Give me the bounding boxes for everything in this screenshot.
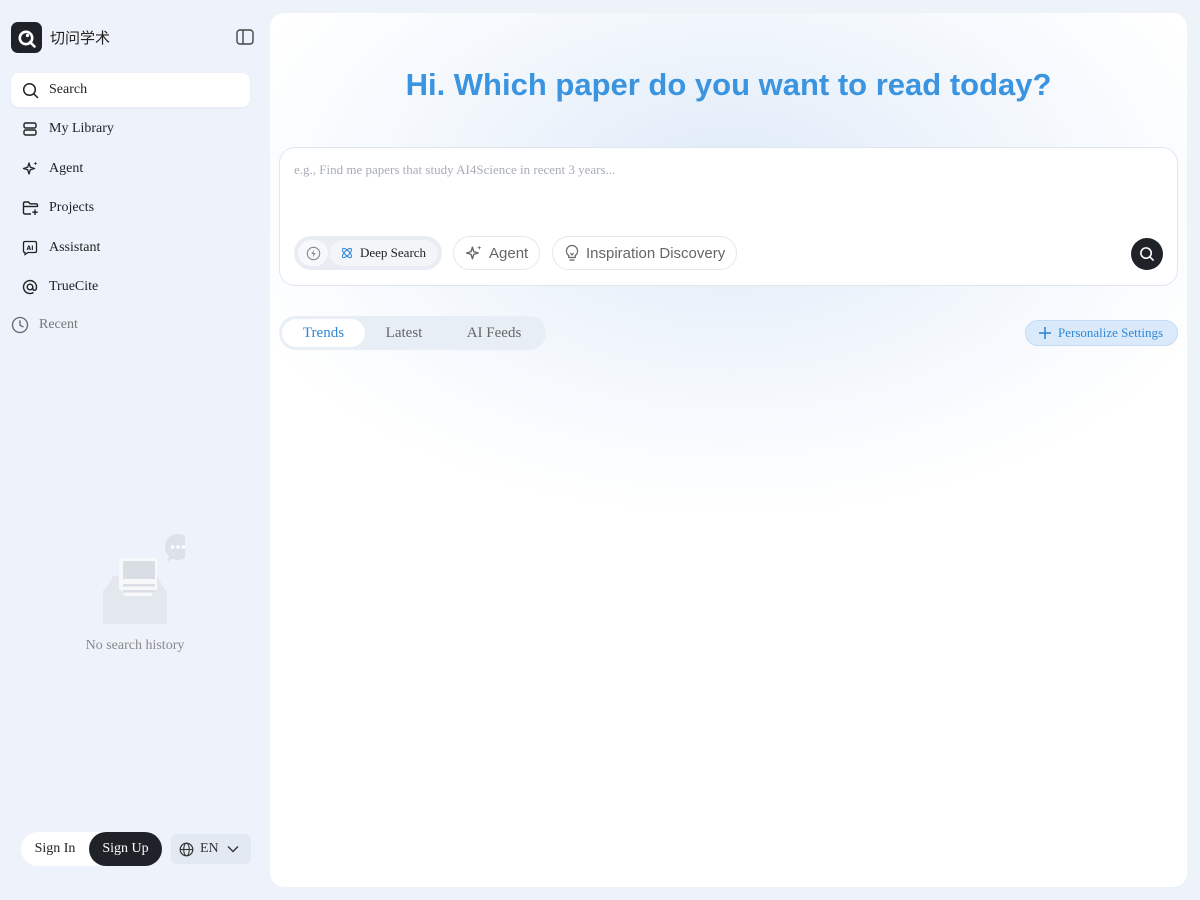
sidebar-item-label: Assistant [49,239,101,255]
chevron-down-icon [227,845,239,853]
sidebar-item-label: My Library [49,121,114,137]
sidebar-item-label: Projects [49,200,95,216]
sidebar-item-truecite[interactable]: TrueCite [11,270,250,304]
agent-chip-label: Agent [489,244,529,262]
deep-search-mode-button[interactable]: Deep Search [330,240,438,266]
language-label: EN [200,841,219,856]
recent-section[interactable]: Recent [11,316,78,334]
brand[interactable]: 切问学术 [11,22,110,53]
tab-latest[interactable]: Latest [369,319,439,347]
ai-badge-icon: AI [21,239,39,257]
sidebar-item-label: Search [49,82,88,97]
search-mode-toggle: Deep Search [294,236,442,270]
auth-group: Sign In Sign Up [21,832,162,866]
page-headline: Hi. Which paper do you want to read toda… [405,67,1052,102]
sidebar-item-assistant[interactable]: AI Assistant [11,231,250,265]
sidebar-item-my-library[interactable]: My Library [11,112,250,146]
agent-chip[interactable]: Agent [453,236,541,270]
recent-label: Recent [39,317,78,332]
search-box: Deep Search Agent Inspiration Discovery [279,147,1178,286]
folder-plus-icon [21,199,39,217]
search-submit-button[interactable] [1131,238,1163,270]
tab-ai-feeds[interactable]: AI Feeds [447,319,541,347]
deep-search-label: Deep Search [360,245,427,260]
inspiration-discovery-chip[interactable]: Inspiration Discovery [552,236,738,270]
plus-icon [1038,326,1052,340]
tab-trends[interactable]: Trends [282,319,365,347]
sidebar: 切问学术 Search My Library Agent Projects AI… [0,0,270,900]
sidebar-nav: Search My Library Agent Projects AI Assi… [11,73,250,309]
brand-name: 切问学术 [50,29,111,47]
q-logo-icon [11,22,42,53]
lightning-icon [306,246,320,260]
sidebar-item-search[interactable]: Search [11,73,250,107]
svg-text:AI: AI [27,244,34,251]
sidebar-item-label: Agent [49,160,84,176]
language-selector[interactable]: EN [171,834,251,864]
sparkle-icon [465,244,483,262]
clock-icon [11,316,29,334]
feed-tabs: Trends Latest AI Feeds [279,316,546,350]
search-input[interactable] [294,162,1154,178]
sign-in-button[interactable]: Sign In [21,841,89,857]
library-icon [21,120,39,138]
search-icon [1140,247,1154,261]
at-icon [21,278,39,296]
personalize-label: Personalize Settings [1058,325,1164,340]
search-icon [21,81,39,99]
sparkle-icon [21,160,39,178]
sidebar-item-label: TrueCite [49,278,99,294]
sidebar-toggle-icon[interactable] [236,29,254,45]
globe-icon [179,842,194,857]
quick-search-mode-button[interactable] [298,240,328,266]
empty-history-text: No search history [85,638,185,653]
atom-icon [340,246,354,260]
sign-up-button[interactable]: Sign Up [89,832,162,866]
sidebar-item-projects[interactable]: Projects [11,191,250,225]
personalize-settings-button[interactable]: Personalize Settings [1025,320,1178,346]
inspiration-chip-label: Inspiration Discovery [586,244,726,262]
lightbulb-icon [564,244,580,262]
sidebar-item-agent[interactable]: Agent [11,152,250,186]
empty-illustration [0,532,270,633]
main-panel: Hi. Which paper do you want to read toda… [270,13,1187,887]
